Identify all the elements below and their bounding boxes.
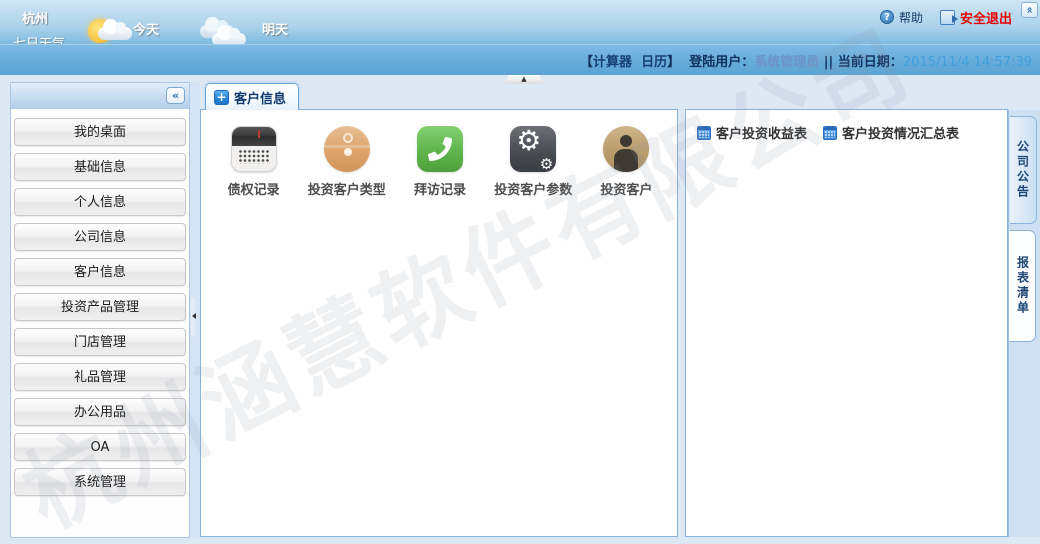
phone-icon bbox=[417, 126, 463, 172]
tomorrow-label: 明天 bbox=[262, 19, 288, 38]
person-icon bbox=[603, 126, 649, 172]
sidebar-item-store-mgmt[interactable]: 门店管理 bbox=[14, 328, 186, 356]
bracket: 】 bbox=[667, 55, 680, 70]
header-collapse-button[interactable]: « bbox=[1021, 2, 1038, 18]
header-status-strip: 【计算器 日历】 登陆用户：系统管理员 || 当前日期：2015/11/4 14… bbox=[0, 44, 1040, 75]
logout-link[interactable]: 安全退出 bbox=[960, 8, 1012, 27]
sidebar-header: « bbox=[11, 83, 189, 109]
report-label: 客户投资情况汇总表 bbox=[842, 123, 959, 142]
person-body bbox=[614, 149, 638, 172]
header-splitter-handle[interactable]: ▲ bbox=[504, 75, 544, 84]
module-invest-customer[interactable]: 投资客户 bbox=[580, 126, 673, 198]
report-label: 客户投资收益表 bbox=[716, 123, 807, 142]
report-link-customer-investment-income[interactable]: 客户投资收益表 bbox=[697, 123, 807, 142]
sidebar-item-basic-info[interactable]: 基础信息 bbox=[14, 153, 186, 181]
report-table-icon bbox=[823, 126, 837, 140]
module-label: 债权记录 bbox=[228, 179, 280, 198]
report-list-panel: 客户投资收益表 客户投资情况汇总表 bbox=[685, 109, 1008, 537]
sidebar-collapse-button[interactable]: « bbox=[166, 87, 185, 104]
sidebar-item-customer-info[interactable]: 客户信息 bbox=[14, 258, 186, 286]
status-text: 【计算器 日历】 登陆用户：系统管理员 || 当前日期：2015/11/4 14… bbox=[580, 51, 1032, 70]
top-header: 杭州 七日天气 今天 16～21℃ 明天 18～25℃ ? 帮助 安全退出 « … bbox=[0, 0, 1040, 75]
module-label: 投资客户 bbox=[600, 179, 652, 198]
big-gear-glyph: ⚙ bbox=[516, 126, 541, 156]
collapse-arrow-icon bbox=[192, 313, 196, 319]
sidebar-item-gift-mgmt[interactable]: 礼品管理 bbox=[14, 363, 186, 391]
sidebar-item-oa[interactable]: OA bbox=[14, 433, 186, 461]
module-grid: 债权记录 投资客户类型 拜访记录 ⚙ ⚙ 投资客户参数 投资客户 bbox=[201, 110, 677, 198]
small-gear-glyph: ⚙ bbox=[540, 157, 553, 172]
cloud-icon bbox=[98, 27, 132, 40]
tab-report-list[interactable]: 报表清单 bbox=[1009, 230, 1036, 342]
sidebar-item-office-supplies[interactable]: 办公用品 bbox=[14, 398, 186, 426]
divider: || bbox=[824, 55, 834, 70]
module-visit-record[interactable]: 拜访记录 bbox=[393, 126, 486, 198]
sidebar-item-personal-info[interactable]: 个人信息 bbox=[14, 188, 186, 216]
current-datetime: 2015/11/4 14:57:39 bbox=[903, 55, 1032, 70]
tab-label: 客户信息 bbox=[234, 88, 286, 107]
module-invest-customer-type[interactable]: 投资客户类型 bbox=[300, 126, 393, 198]
weather-city: 杭州 bbox=[22, 8, 48, 27]
sidebar-item-my-desktop[interactable]: 我的桌面 bbox=[14, 118, 186, 146]
gear-icon: ⚙ ⚙ bbox=[510, 126, 556, 172]
main-tabstrip: + 客户信息 bbox=[200, 83, 678, 110]
sidebar-splitter[interactable] bbox=[190, 82, 200, 538]
radio-band bbox=[232, 127, 276, 146]
envelope-icon bbox=[324, 126, 370, 172]
tab-customer-info[interactable]: + 客户信息 bbox=[205, 83, 299, 110]
module-label: 投资客户参数 bbox=[494, 179, 572, 198]
sidebar-menu: 我的桌面 基础信息 个人信息 公司信息 客户信息 投资产品管理 门店管理 礼品管… bbox=[11, 109, 189, 496]
radio-keys bbox=[239, 150, 269, 164]
module-label: 投资客户类型 bbox=[308, 179, 386, 198]
help-icon[interactable]: ? bbox=[880, 10, 894, 24]
help-link[interactable]: 帮助 bbox=[899, 9, 923, 26]
tab-company-announcements[interactable]: 公司公告 bbox=[1010, 116, 1037, 224]
person-head bbox=[620, 135, 632, 147]
calculator-link[interactable]: 计算器 bbox=[593, 55, 632, 70]
right-tabstrip: 公司公告 报表清单 bbox=[1008, 110, 1040, 537]
report-table-icon bbox=[697, 126, 711, 140]
login-user-value: 系统管理员 bbox=[754, 55, 819, 70]
module-label: 拜访记录 bbox=[414, 179, 466, 198]
main-content-panel: 债权记录 投资客户类型 拜访记录 ⚙ ⚙ 投资客户参数 投资客户 bbox=[200, 109, 678, 537]
module-debt-record[interactable]: 债权记录 bbox=[207, 126, 300, 198]
login-user-label: 登陆用户： bbox=[689, 55, 754, 70]
calendar-link[interactable]: 日历 bbox=[641, 55, 667, 70]
tab-window-icon: + bbox=[214, 90, 229, 105]
sidebar-item-system-mgmt[interactable]: 系统管理 bbox=[14, 468, 186, 496]
sidebar-item-company-info[interactable]: 公司信息 bbox=[14, 223, 186, 251]
left-sidebar: « 我的桌面 基础信息 个人信息 公司信息 客户信息 投资产品管理 门店管理 礼… bbox=[10, 82, 190, 538]
report-links: 客户投资收益表 客户投资情况汇总表 bbox=[686, 110, 1007, 142]
debt-record-icon bbox=[231, 126, 277, 172]
sidebar-item-investment-product[interactable]: 投资产品管理 bbox=[14, 293, 186, 321]
current-date-label: 当前日期： bbox=[838, 55, 903, 70]
report-link-customer-investment-summary[interactable]: 客户投资情况汇总表 bbox=[823, 123, 959, 142]
module-invest-customer-params[interactable]: ⚙ ⚙ 投资客户参数 bbox=[487, 126, 580, 198]
today-label: 今天 bbox=[133, 19, 159, 38]
logout-icon[interactable] bbox=[940, 10, 955, 25]
bracket: 【 bbox=[580, 55, 593, 70]
